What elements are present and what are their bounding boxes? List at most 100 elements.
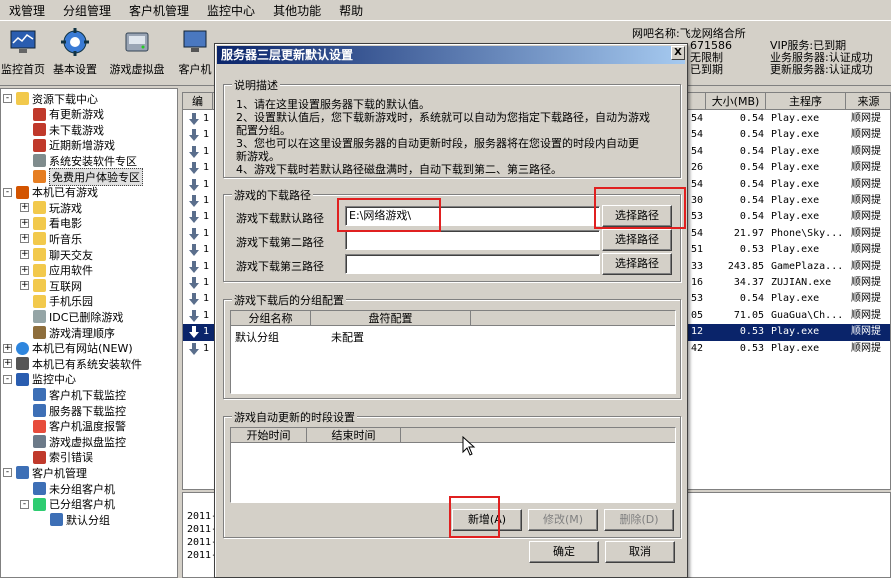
- drive-config-cell[interactable]: 未配置: [331, 329, 364, 345]
- tree-item-label: 客户机下载监控: [49, 388, 126, 402]
- tree-item[interactable]: 游戏清理顺序: [20, 325, 115, 340]
- tree-item[interactable]: + 本机已有系统安装软件: [3, 356, 142, 371]
- tree-item[interactable]: 服务器下载监控: [20, 403, 126, 418]
- toolbar-basic-settings-button[interactable]: 基本设置: [44, 28, 106, 82]
- column-header-size[interactable]: 大小(MB): [706, 93, 766, 110]
- download-arrow-icon: [189, 244, 199, 257]
- choose-second-path-button[interactable]: 选择路径: [602, 229, 672, 251]
- column-header-exe[interactable]: 主程序: [766, 93, 846, 110]
- tree-item[interactable]: - 监控中心: [3, 372, 76, 387]
- tree-item[interactable]: 默认分组: [37, 512, 110, 527]
- download-arrow-icon: [189, 195, 199, 207]
- toolbar-virtual-disk-button[interactable]: 游戏虚拟盘: [106, 28, 168, 82]
- expand-icon[interactable]: +: [3, 359, 12, 369]
- column-header-end-time[interactable]: 结束时间: [307, 428, 401, 443]
- tree-item[interactable]: + 看电影: [20, 216, 82, 231]
- menu-item[interactable]: 分组管理: [54, 2, 120, 19]
- cancel-button[interactable]: 取消: [605, 541, 675, 563]
- system-icon: [16, 357, 29, 371]
- exe-cell: Play.exe: [771, 211, 820, 223]
- row-code-cell: 54: [691, 113, 704, 124]
- menu-item[interactable]: 戏管理: [0, 2, 54, 19]
- tree-item[interactable]: 索引错误: [20, 450, 93, 465]
- expand-icon[interactable]: +: [3, 343, 12, 353]
- tree-item[interactable]: + 聊天交友: [20, 247, 93, 262]
- vip-status: VIP服务:已到期 业务服务器:认证成功 更新服务器:认证成功: [770, 39, 873, 76]
- tree-item[interactable]: 客户机下载监控: [20, 387, 126, 402]
- download-arrow-icon: [189, 342, 199, 355]
- tree-item-label: 应用软件: [49, 264, 93, 278]
- menu-item[interactable]: 监控中心: [198, 2, 264, 19]
- group-config-table[interactable]: 分组名称 盘符配置 默认分组 未配置: [230, 310, 676, 394]
- tree-item[interactable]: 近期新增游戏: [20, 138, 115, 153]
- row-code-cell: 12: [691, 326, 704, 338]
- size-cell: 21.97: [733, 227, 764, 239]
- tree-item[interactable]: 系统安装软件专区: [20, 153, 137, 168]
- collapse-icon[interactable]: -: [3, 374, 12, 384]
- expand-icon[interactable]: +: [20, 218, 29, 228]
- collapse-icon[interactable]: -: [3, 468, 12, 478]
- tree-item[interactable]: + 听音乐: [20, 231, 82, 246]
- tree-item-label: 索引错误: [49, 451, 93, 465]
- collapse-icon[interactable]: -: [20, 499, 29, 509]
- tree-item[interactable]: 有更新游戏: [20, 107, 104, 122]
- update-time-table[interactable]: 开始时间 结束时间: [230, 427, 676, 503]
- tree-item-label: 资源下载中心: [32, 92, 98, 106]
- download-arrow-icon: [189, 309, 199, 322]
- tree-item-label: 客户机管理: [32, 466, 87, 480]
- add-button[interactable]: 新增(A): [452, 509, 522, 531]
- expand-icon[interactable]: +: [20, 203, 29, 213]
- row-code-cell: 05: [691, 309, 704, 321]
- tree-item[interactable]: - 本机已有游戏: [3, 185, 98, 200]
- exe-cell: Play.exe: [771, 293, 820, 305]
- choose-default-path-button[interactable]: 选择路径: [602, 205, 672, 227]
- row-number-cell: 1: [203, 162, 210, 174]
- column-header-start-time[interactable]: 开始时间: [231, 428, 307, 443]
- tree-item[interactable]: IDC已删除游戏: [20, 309, 123, 324]
- expand-icon[interactable]: +: [20, 265, 29, 275]
- edit-button[interactable]: 修改(M): [528, 509, 598, 531]
- column-header-source[interactable]: 来源: [846, 93, 890, 110]
- tree-item[interactable]: 客户机温度报警: [20, 419, 126, 434]
- expand-icon[interactable]: +: [20, 250, 29, 259]
- collapse-icon[interactable]: -: [3, 187, 12, 197]
- tree-item[interactable]: + 互联网: [20, 278, 82, 293]
- navigation-tree[interactable]: - 资源下载中心 有更新游戏 未下载游戏 近期新增游戏 系统安装软件专区 免费用户体验专区 -…: [0, 88, 178, 578]
- row-number-cell: 1: [203, 244, 210, 256]
- tree-item[interactable]: 未分组客户机: [20, 481, 115, 496]
- folder-icon: [33, 232, 46, 246]
- row-code-cell: 42: [691, 342, 704, 354]
- column-header-number[interactable]: 编: [183, 93, 213, 110]
- tree-item-label: 玩游戏: [49, 201, 82, 215]
- delete-button[interactable]: 删除(D): [604, 509, 674, 531]
- row-number-cell: 1: [203, 145, 210, 157]
- description-title: 说明描述: [232, 77, 280, 93]
- tree-item[interactable]: 手机乐园: [20, 294, 93, 309]
- tree-item[interactable]: 免费用户体验专区: [20, 167, 143, 186]
- tree-item[interactable]: + 本机已有网站(NEW): [3, 341, 133, 356]
- expand-icon[interactable]: +: [20, 234, 29, 244]
- size-cell: 0.54: [739, 145, 764, 157]
- tree-item[interactable]: - 资源下载中心: [3, 91, 98, 106]
- menu-item[interactable]: 其他功能: [264, 2, 330, 19]
- group-name-cell[interactable]: 默认分组: [235, 329, 279, 345]
- column-header-group-name[interactable]: 分组名称: [231, 311, 311, 326]
- tree-item[interactable]: 游戏虚拟盘监控: [20, 434, 126, 449]
- column-header-drive-config[interactable]: 盘符配置: [311, 311, 471, 326]
- third-path-field[interactable]: [345, 254, 600, 274]
- choose-third-path-button[interactable]: 选择路径: [602, 253, 672, 275]
- default-path-field[interactable]: E:\网络游戏\: [345, 206, 600, 226]
- tree-item[interactable]: + 应用软件: [20, 263, 93, 278]
- menu-item[interactable]: 帮助: [330, 2, 372, 19]
- tree-item[interactable]: - 客户机管理: [3, 465, 87, 480]
- tree-item-label: 近期新增游戏: [49, 139, 115, 153]
- collapse-icon[interactable]: -: [3, 94, 12, 103]
- expand-icon[interactable]: +: [20, 281, 29, 291]
- close-button[interactable]: X: [671, 46, 685, 60]
- tree-item[interactable]: - 已分组客户机: [20, 497, 115, 512]
- tree-item[interactable]: + 玩游戏: [20, 200, 82, 215]
- menu-item[interactable]: 客户机管理: [120, 2, 198, 19]
- ok-button[interactable]: 确定: [529, 541, 599, 563]
- tree-item[interactable]: 未下载游戏: [20, 122, 104, 137]
- second-path-field[interactable]: [345, 230, 600, 250]
